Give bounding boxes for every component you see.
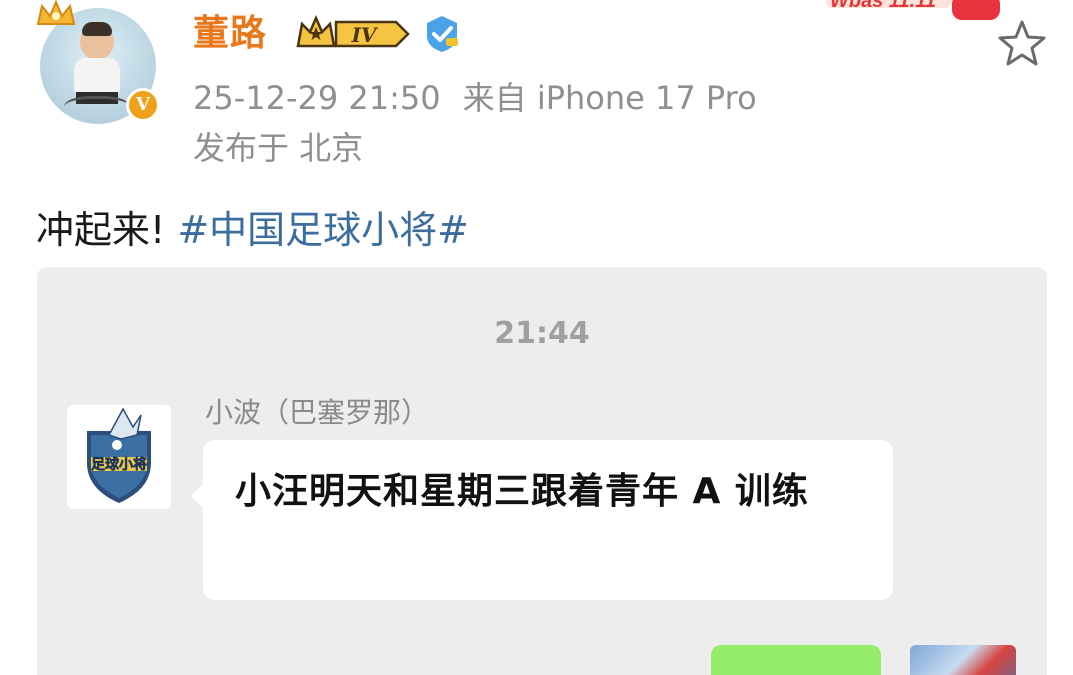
post-source: 来自 iPhone 17 Pro xyxy=(462,79,757,117)
verified-v-badge: V xyxy=(126,88,160,122)
vip-crown-icon[interactable]: IV xyxy=(296,14,412,54)
chat-screenshot-image[interactable]: 21:44 足球小将 小波（巴塞罗那） 小汪明天和星期三跟着青年 A 训练 xyxy=(37,267,1047,675)
post-content: 冲起来! #中国足球小将# xyxy=(36,206,469,254)
avatar-figure-bike xyxy=(64,96,130,123)
post-timestamp: 25-12-29 21:50 xyxy=(193,79,441,117)
festival-banner-text: Wbas 11.11 xyxy=(830,0,936,12)
football-shield-logo-icon: 足球小将 xyxy=(67,405,171,509)
author-name[interactable]: 董路 xyxy=(193,12,267,56)
post-meta-time-source: 25-12-29 21:50 来自 iPhone 17 Pro xyxy=(193,78,757,118)
self-avatar xyxy=(910,645,1016,675)
avatar-figure-hair xyxy=(82,22,112,36)
post-body-text: 冲起来! xyxy=(36,208,166,252)
blue-verified-icon[interactable] xyxy=(422,14,462,54)
chat-message-bubble: 小汪明天和星期三跟着青年 A 训练 xyxy=(191,440,893,600)
chat-time-label: 21:44 xyxy=(494,316,590,351)
self-message-bubble xyxy=(711,645,881,675)
avatar-logo-text: 足球小将 xyxy=(91,456,147,473)
level-label: IV xyxy=(351,23,379,47)
star-outline-icon[interactable] xyxy=(994,16,1050,72)
weibo-post: V 董路 IV Wbas 11.11 25-12-29 21:50 来自 iPho… xyxy=(0,0,1073,675)
gold-crown-icon xyxy=(36,0,76,25)
author-avatar-container[interactable]: V xyxy=(36,0,160,128)
hashtag-link[interactable]: #中国足球小将# xyxy=(177,208,469,252)
post-location: 发布于 北京 xyxy=(193,129,364,167)
avatar-figure-body xyxy=(74,58,120,94)
chat-sender-name: 小波（巴塞罗那） xyxy=(205,396,430,429)
